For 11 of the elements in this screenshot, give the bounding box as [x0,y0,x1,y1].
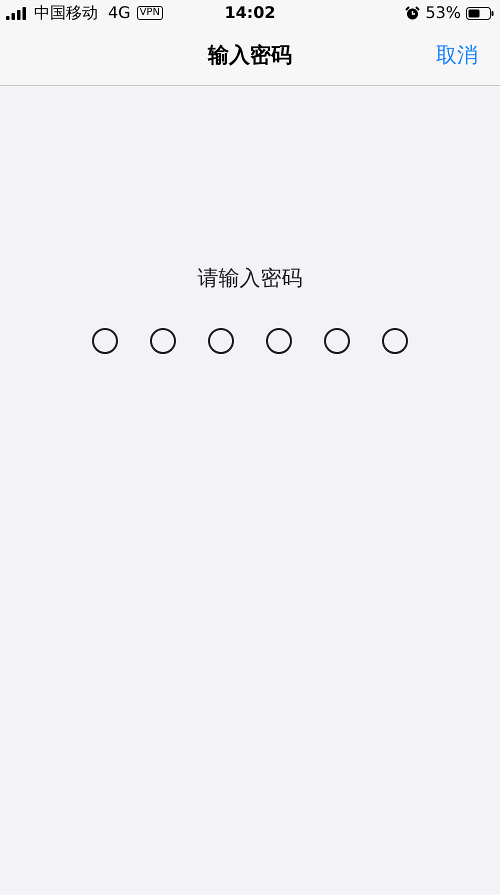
alarm-clock-icon [405,6,420,20]
battery-percentage: 53% [425,2,461,24]
cancel-button[interactable]: 取消 [436,40,478,72]
network-type: 4G [108,2,131,24]
passcode-prompt: 请输入密码 [198,265,302,292]
battery-icon [466,6,494,20]
nav-title: 输入密码 [208,42,292,69]
signal-icon [6,6,28,20]
vpn-badge: VPN [136,6,163,20]
status-time: 14:02 [224,2,276,24]
carrier-name: 中国移动 [34,2,98,24]
